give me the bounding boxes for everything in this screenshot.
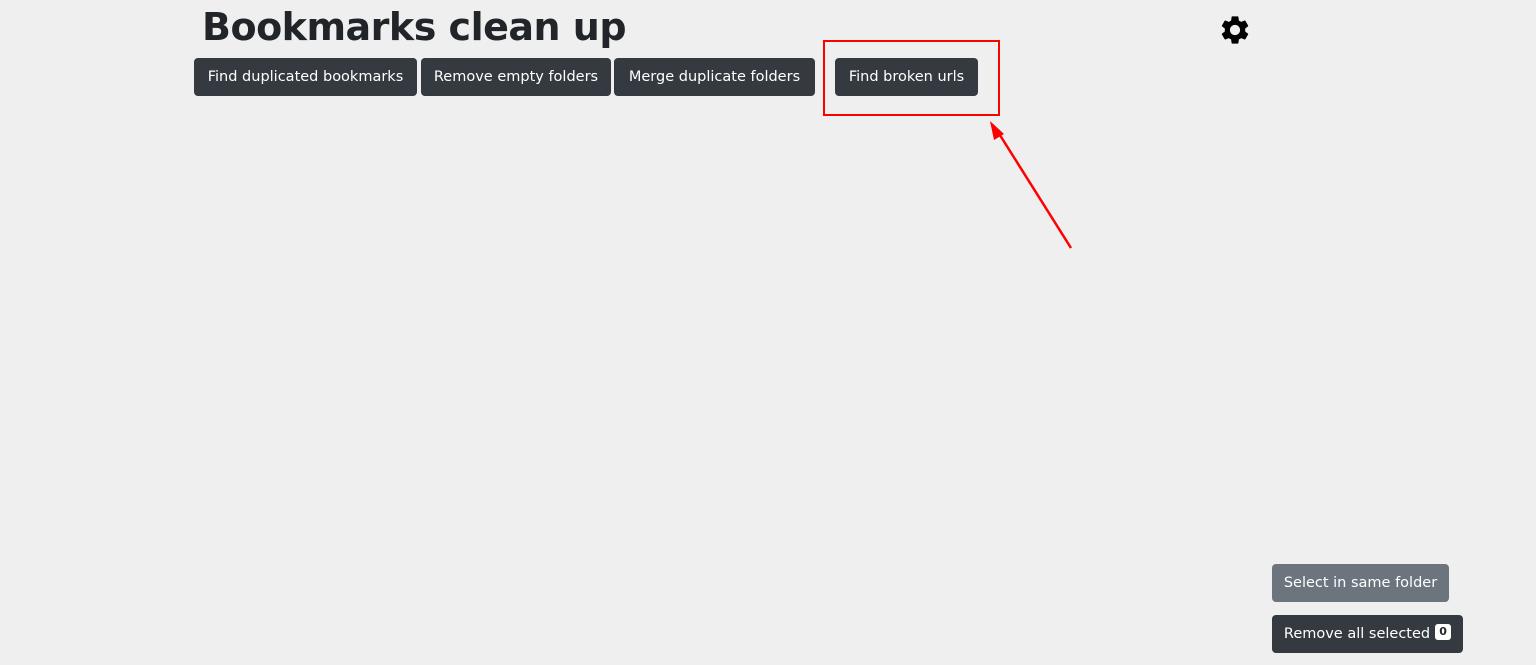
arrow-line xyxy=(996,131,1073,249)
remove-all-selected-button[interactable]: Remove all selected 0 xyxy=(1272,615,1463,653)
merge-duplicate-folders-button[interactable]: Merge duplicate folders xyxy=(614,58,815,96)
remove-all-selected-label: Remove all selected xyxy=(1283,626,1431,642)
find-duplicated-bookmarks-button[interactable]: Find duplicated bookmarks xyxy=(194,58,417,96)
page-title: Bookmarks clean up xyxy=(202,5,627,49)
selected-count-badge: 0 xyxy=(1435,624,1452,640)
find-broken-urls-button[interactable]: Find broken urls xyxy=(835,58,978,96)
select-in-same-folder-button[interactable]: Select in same folder xyxy=(1272,564,1449,602)
gear-icon[interactable] xyxy=(1218,13,1252,47)
arrow-head xyxy=(990,121,1004,140)
remove-empty-folders-button[interactable]: Remove empty folders xyxy=(421,58,611,96)
gear-icon-graphic xyxy=(1221,16,1249,44)
